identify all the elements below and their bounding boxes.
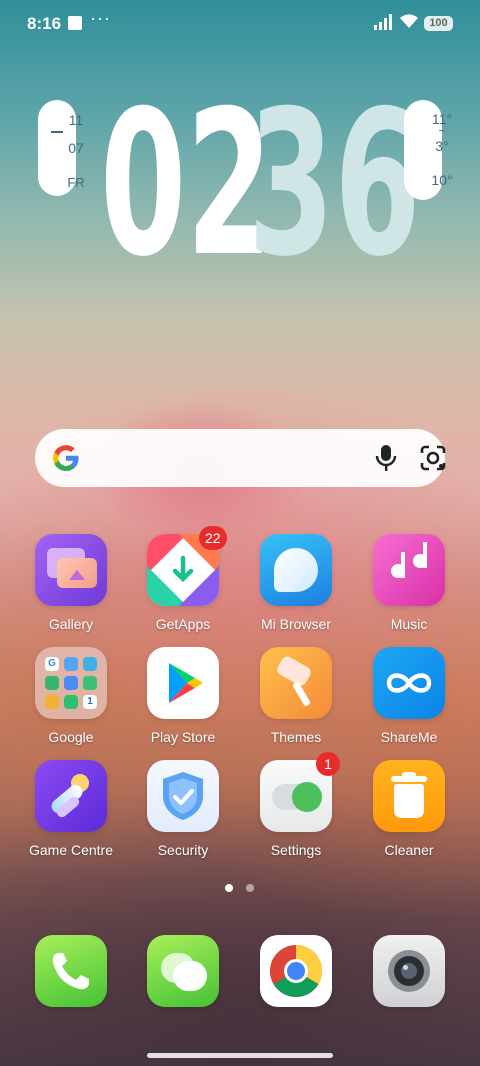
- google-logo-icon: [53, 445, 79, 471]
- app-folder-google[interactable]: G 1 Google: [16, 647, 126, 745]
- security-icon: [147, 760, 219, 832]
- clock-minute: 36: [248, 68, 421, 301]
- music-icon: [373, 534, 445, 606]
- weather-widget[interactable]: 11° ~ 3° 10°: [404, 100, 453, 200]
- date-divider: [51, 131, 63, 133]
- app-cleaner[interactable]: Cleaner: [354, 760, 464, 858]
- dock-phone[interactable]: [16, 935, 126, 1007]
- settings-badge: 1: [316, 752, 340, 776]
- google-search-bar[interactable]: [35, 429, 446, 487]
- page-dot-active: [225, 884, 233, 892]
- dock-chrome[interactable]: [241, 935, 351, 1007]
- date-widget[interactable]: 11 07 FR: [38, 100, 85, 196]
- app-label: Security: [157, 842, 209, 858]
- page-dot: [246, 884, 254, 892]
- app-gallery[interactable]: Gallery: [16, 534, 126, 632]
- app-game-centre[interactable]: Game Centre: [16, 760, 126, 858]
- page-indicator[interactable]: [225, 884, 265, 894]
- app-shareme[interactable]: ShareMe: [354, 647, 464, 745]
- temp-low: 3°: [435, 138, 449, 154]
- app-label: Play Store: [150, 729, 216, 745]
- app-label: ShareMe: [380, 729, 438, 745]
- app-themes[interactable]: Themes: [241, 647, 351, 745]
- notification-square-icon: [68, 16, 82, 30]
- more-notifications-icon: ···: [90, 8, 111, 28]
- app-getapps[interactable]: 22 GetApps: [128, 526, 238, 632]
- themes-icon: [260, 647, 332, 719]
- app-label: Gallery: [48, 616, 94, 632]
- date-month: 11: [68, 112, 84, 128]
- dock-messages[interactable]: [128, 935, 238, 1007]
- app-settings[interactable]: 1 Settings: [241, 752, 351, 858]
- dock-camera[interactable]: [354, 935, 464, 1007]
- date-day: 07: [68, 140, 84, 156]
- messages-icon: [147, 935, 219, 1007]
- temp-current: 10°: [431, 172, 453, 188]
- lens-icon[interactable]: [420, 445, 446, 471]
- app-label: Google: [48, 729, 94, 745]
- temp-separator: ~: [438, 124, 446, 138]
- date-weekday: FR: [67, 175, 85, 190]
- app-play-store[interactable]: Play Store: [128, 647, 238, 745]
- app-label: Themes: [270, 729, 322, 745]
- app-label: Game Centre: [28, 842, 114, 858]
- game-centre-icon: [35, 760, 107, 832]
- play-store-icon: [147, 647, 219, 719]
- status-time: 8:16: [27, 14, 62, 33]
- app-security[interactable]: Security: [128, 760, 238, 858]
- home-gesture-bar[interactable]: [147, 1053, 333, 1058]
- app-label: GetApps: [155, 616, 211, 632]
- app-label: Settings: [270, 842, 322, 858]
- google-folder-icon: G 1: [35, 647, 107, 719]
- wifi-icon: [400, 14, 418, 28]
- phone-icon: [35, 935, 107, 1007]
- shareme-icon: [373, 647, 445, 719]
- chrome-icon: [260, 935, 332, 1007]
- gallery-icon: [35, 534, 107, 606]
- status-bar: 8:16 ··· 100: [0, 0, 480, 48]
- mi-browser-icon: [260, 534, 332, 606]
- clock-widget[interactable]: 02 36: [100, 68, 421, 301]
- getapps-badge: 22: [199, 526, 227, 550]
- mic-icon[interactable]: [375, 444, 397, 472]
- clock-hour: 02: [100, 68, 273, 301]
- app-music[interactable]: Music: [354, 534, 464, 632]
- app-label: Music: [390, 616, 428, 632]
- app-label: Cleaner: [384, 842, 434, 858]
- app-label: Mi Browser: [260, 616, 331, 632]
- signal-icon: [374, 14, 392, 30]
- camera-icon: [373, 935, 445, 1007]
- battery-icon: 100: [424, 16, 453, 31]
- cleaner-icon: [373, 760, 445, 832]
- app-mi-browser[interactable]: Mi Browser: [241, 534, 351, 632]
